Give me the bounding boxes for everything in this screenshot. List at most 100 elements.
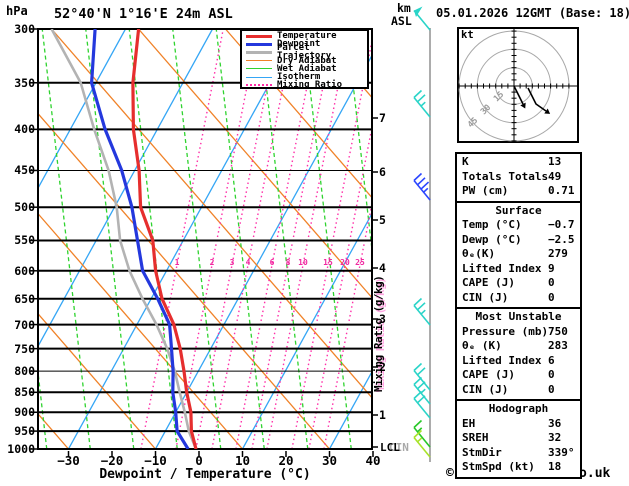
table-row-label: CAPE (J) xyxy=(462,276,515,289)
pressure-tick-label: 950 xyxy=(14,424,35,439)
indices-table-section: K 13 Totals Totals 49 PW (cm) 0.71 xyxy=(455,152,582,203)
pressure-tick-label: 700 xyxy=(14,317,35,332)
pressure-tick-label: 350 xyxy=(14,75,35,90)
mixing-ratio-value-label: 10 xyxy=(298,258,308,267)
table-row: CAPE (J) 0 xyxy=(462,368,580,383)
table-row-label: SREH xyxy=(462,431,489,444)
table-row-label: StmDir xyxy=(462,445,502,459)
pressure-tick-label: 650 xyxy=(14,291,35,306)
indices-table-section: Surface Temp (°C) −0.7 Dewp (°C) −2.5 θₑ(K) 27… xyxy=(455,200,582,309)
temperature-tick-label: −10 xyxy=(144,453,167,468)
pressure-tick-label: 450 xyxy=(14,163,35,178)
table-section-header: Hodograph xyxy=(488,402,549,415)
altitude-km-label: 7 xyxy=(379,111,386,125)
table-row-value: 0 xyxy=(548,276,555,289)
temperature-tick-label: −20 xyxy=(100,453,124,468)
table-row: Lifted Index 6 xyxy=(462,354,580,369)
skewt-sounding-page: hPa 52°40'N 1°16'E 24m ASL km ASL 05.01.… xyxy=(0,0,629,486)
table-row-value: 279 xyxy=(548,247,568,260)
temperature-curve xyxy=(131,29,198,449)
pressure-tick-label: 850 xyxy=(14,385,35,400)
table-row-label: Lifted Index xyxy=(462,353,542,367)
pressure-tick-label: 400 xyxy=(14,122,35,137)
table-row-value: −0.7 xyxy=(548,218,575,231)
table-row-value: 0.71 xyxy=(548,184,575,197)
pressure-tick-label: 550 xyxy=(14,233,35,248)
table-row-label: θₑ (K) xyxy=(462,339,502,352)
altitude-km-label: 3 xyxy=(379,312,386,326)
table-row: θₑ(K) 279 xyxy=(462,247,580,262)
altitude-km-label: 1 xyxy=(379,408,386,422)
temperature-tick-label: −30 xyxy=(57,453,80,468)
legend-item-label: Mixing Ratio xyxy=(277,80,343,91)
table-row-label: Temp (°C) xyxy=(462,218,522,231)
table-row-value: −2.5 xyxy=(548,232,575,246)
table-row: CIN (J) 0 xyxy=(462,291,580,306)
altitude-km-label: 4 xyxy=(379,261,386,275)
mixing-ratio-value-label: 4 xyxy=(245,258,251,267)
table-row: Pressure (mb) 750 xyxy=(462,325,580,340)
wind-barb xyxy=(413,362,431,391)
table-row: CIN (J) 0 xyxy=(462,383,580,398)
pressure-tick-label: 900 xyxy=(14,405,35,420)
table-row-label: StmSpd (kt) xyxy=(462,460,535,473)
wind-barb xyxy=(413,297,431,326)
legend-box: Temperature Dewpoint Parcel Trajectory Dry … xyxy=(240,29,369,91)
table-row-label: EH xyxy=(462,416,476,430)
temperature-tick-label: 10 xyxy=(234,453,251,468)
table-row: CAPE (J) 0 xyxy=(462,276,580,291)
mixing-ratio-value-label: 1 xyxy=(174,258,180,267)
legend-item: Mixing Ratio xyxy=(246,80,367,91)
table-row: SREH 32 xyxy=(462,431,580,446)
table-row-label: Pressure (mb) xyxy=(462,324,549,338)
table-row-label: Totals Totals xyxy=(462,169,549,183)
indices-table-section: Hodograph EH 36 SREH 32 StmDir 339° StmSpd (kt)… xyxy=(455,399,582,479)
pressure-tick-label: 500 xyxy=(14,200,35,215)
table-row-label: PW (cm) xyxy=(462,184,509,197)
legend-line-sample xyxy=(246,76,272,78)
pressure-unit-label: hPa xyxy=(6,4,28,18)
table-row-label: Lifted Index xyxy=(462,261,542,275)
legend-line-sample xyxy=(246,60,272,62)
altitude-km-label: 2 xyxy=(379,360,386,374)
mixing-ratio-value-label: 2 xyxy=(209,258,215,267)
table-row: PW (cm) 0.71 xyxy=(462,184,580,199)
table-row-value: 49 xyxy=(548,169,562,183)
altitude-km-label: 5 xyxy=(379,213,386,227)
wind-barb-column xyxy=(413,6,431,462)
indices-table: K 13 Totals Totals 49 PW (cm) 0.71 Surface Temp… xyxy=(455,152,582,479)
table-row-label: θₑ(K) xyxy=(462,247,496,260)
table-row: StmSpd (kt) 18 xyxy=(462,460,580,475)
table-row-value: 13 xyxy=(548,155,562,168)
table-row-label: CIN (J) xyxy=(462,382,509,396)
wind-barb xyxy=(413,172,431,201)
table-row-value: 36 xyxy=(548,416,562,430)
table-row: K 13 xyxy=(462,155,580,170)
altitude-unit-asl: ASL xyxy=(391,14,412,28)
pressure-tick-label: 800 xyxy=(14,364,35,379)
temperature-tick-label: 20 xyxy=(278,453,294,468)
legend-line-sample xyxy=(246,34,272,38)
table-row-value: 0 xyxy=(548,290,555,304)
hodograph-unit-label: kt xyxy=(461,29,474,41)
pressure-tick-label: 1000 xyxy=(7,442,35,456)
pressure-tick-label: 750 xyxy=(14,341,35,356)
table-row: Temp (°C) −0.7 xyxy=(462,218,580,233)
mixing-ratio-value-label: 15 xyxy=(323,258,333,267)
datetime-title: 05.01.2026 12GMT (Base: 18) xyxy=(436,6,629,20)
wind-barb xyxy=(413,419,431,448)
table-row-value: 18 xyxy=(548,460,562,473)
table-row-value: 6 xyxy=(548,353,555,367)
table-row: θₑ (K) 283 xyxy=(462,339,580,354)
table-row-label: Dewp (°C) xyxy=(462,232,522,246)
table-row-value: 0 xyxy=(548,382,555,396)
legend-line-sample xyxy=(246,42,272,46)
table-row: EH 36 xyxy=(462,417,580,432)
legend-line-sample xyxy=(246,84,272,87)
wind-barb xyxy=(413,6,431,31)
temperature-tick-label: 40 xyxy=(365,453,381,468)
table-row-label: K xyxy=(462,155,469,168)
x-axis-title: Dewpoint / Temperature (°C) xyxy=(99,467,311,482)
altitude-unit-km: km xyxy=(397,1,411,15)
table-row: StmDir 339° xyxy=(462,446,580,461)
